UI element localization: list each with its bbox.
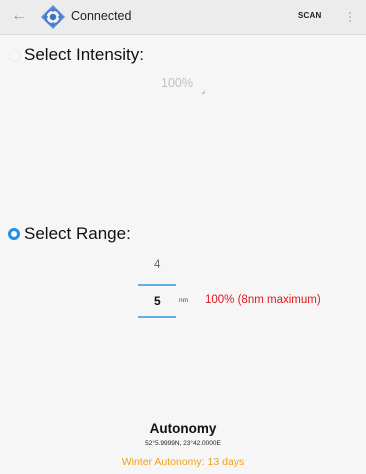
coordinates-text: 52°5.9999N, 23°42.0000E <box>145 440 221 447</box>
range-label[interactable]: Select Range: <box>24 224 131 244</box>
intensity-radio[interactable] <box>9 50 21 62</box>
back-arrow-icon[interactable]: ← <box>8 5 30 27</box>
range-unit: nm <box>179 297 189 304</box>
range-picker-previous[interactable]: 4 <box>154 259 160 271</box>
compass-target-icon <box>41 5 65 29</box>
connection-status-title: Connected <box>71 9 132 23</box>
intensity-value-field[interactable]: 100% <box>161 76 193 90</box>
range-picker-divider-top <box>138 284 176 286</box>
range-picker-value[interactable]: 5 <box>154 294 161 308</box>
intensity-label[interactable]: Select Intensity: <box>24 45 144 65</box>
app-bar: ← Connected SCAN <box>0 0 366 35</box>
range-max-note: 100% (8nm maximum) <box>205 294 321 306</box>
autonomy-title: Autonomy <box>149 421 217 436</box>
range-radio[interactable] <box>8 228 20 240</box>
winter-autonomy-text: Winter Autonomy: 13 days <box>121 456 245 468</box>
dropdown-corner-icon <box>201 90 205 94</box>
range-picker-divider-bottom <box>138 316 176 318</box>
scan-button[interactable]: SCAN <box>298 11 321 20</box>
more-vert-icon[interactable] <box>344 6 356 28</box>
